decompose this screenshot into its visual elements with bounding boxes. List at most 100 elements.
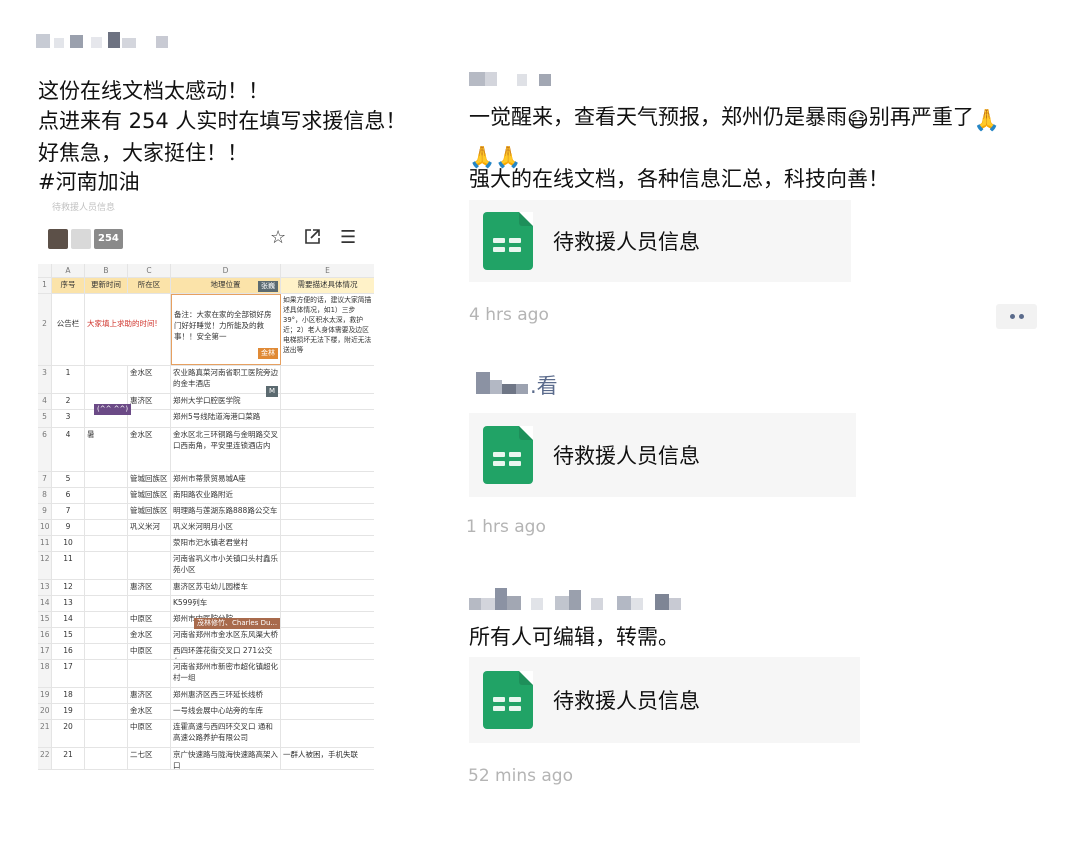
post-hashtag[interactable]: #河南加油 (38, 167, 140, 198)
header-cell[interactable]: 所在区 (128, 278, 171, 293)
table-cell[interactable] (85, 580, 128, 595)
header-cell[interactable]: 序号 (52, 278, 85, 293)
table-cell[interactable] (281, 612, 374, 627)
table-cell[interactable] (128, 552, 171, 579)
table-cell[interactable]: 5 (52, 472, 85, 487)
table-cell[interactable]: 荥阳市汜水镇老君堂村 (171, 536, 281, 551)
star-icon[interactable]: ☆ (270, 228, 286, 248)
table-cell[interactable]: 金水区 (128, 428, 171, 471)
doc-link-card-1[interactable]: 待救援人员信息 (469, 200, 851, 282)
table-cell[interactable] (85, 520, 128, 535)
table-cell[interactable] (281, 428, 374, 471)
table-cell[interactable]: 16 (52, 644, 85, 659)
col-letter[interactable]: E (281, 264, 374, 277)
col-letter[interactable]: C (128, 264, 171, 277)
table-cell[interactable]: 管城回族区 (128, 472, 171, 487)
table-cell[interactable]: 暑 (85, 428, 128, 471)
table-cell[interactable] (128, 536, 171, 551)
table-cell[interactable] (281, 504, 374, 519)
table-cell[interactable]: 管城回族区 (128, 488, 171, 503)
table-cell[interactable]: 15 (52, 628, 85, 643)
table-cell[interactable] (85, 536, 128, 551)
table-cell[interactable] (85, 552, 128, 579)
table-cell[interactable] (281, 688, 374, 703)
table-cell[interactable]: 3 (52, 410, 85, 427)
table-cell[interactable]: 郑州大学口腔医学院 (171, 394, 281, 409)
table-cell[interactable] (85, 628, 128, 643)
table-cell[interactable]: 京广快速路与陇海快速路高架入口 (171, 748, 281, 769)
table-cell[interactable] (281, 472, 374, 487)
table-cell[interactable]: 金水区 (128, 366, 171, 393)
table-cell[interactable] (85, 612, 128, 627)
table-cell[interactable] (85, 488, 128, 503)
table-cell[interactable]: 河南省郑州市金水区东风渠大桥 (171, 628, 281, 643)
share-icon[interactable] (304, 228, 321, 250)
table-cell[interactable]: 14 (52, 612, 85, 627)
avatar[interactable] (48, 229, 68, 249)
table-cell[interactable]: 7 (52, 504, 85, 519)
table-cell[interactable]: 郑州市蒂景贸易城A座 (171, 472, 281, 487)
table-cell[interactable] (85, 596, 128, 611)
col-letter[interactable]: D (171, 264, 281, 277)
col-letter[interactable]: B (85, 264, 128, 277)
table-cell[interactable]: 18 (52, 688, 85, 703)
sheet-grid[interactable]: A B C D E 1 序号 更新时间 所在区 地理位置 需要描述具体情况 张巍… (38, 264, 374, 770)
table-cell[interactable]: 巩义米河 (128, 520, 171, 535)
table-cell[interactable]: 南阳路农业路附近 (171, 488, 281, 503)
table-cell[interactable] (281, 596, 374, 611)
table-cell[interactable]: 2 (52, 394, 85, 409)
table-cell[interactable]: 金水区北三环铜路与金明路交叉口西南角，平安里连锁酒店内 (171, 428, 281, 471)
table-cell[interactable]: 6 (52, 488, 85, 503)
table-cell[interactable]: 河南省郑州市新密市超化镇超化村一组 (171, 660, 281, 687)
table-cell[interactable]: 河南省巩义市小关镇口头村鑫乐苑小区 (171, 552, 281, 579)
table-cell[interactable]: 10 (52, 536, 85, 551)
table-cell[interactable] (128, 596, 171, 611)
table-cell[interactable] (281, 488, 374, 503)
table-cell[interactable]: 1 (52, 366, 85, 393)
table-cell[interactable]: 惠济区 (128, 394, 171, 409)
table-cell[interactable]: K599列车 (171, 596, 281, 611)
notice-label[interactable]: 公告栏 (52, 294, 85, 365)
table-cell[interactable]: 郑州惠济区西三环延长线桥 (171, 688, 281, 703)
table-cell[interactable]: 惠济区苏屯幼儿园楼车 (171, 580, 281, 595)
table-cell[interactable]: 惠济区 (128, 580, 171, 595)
table-cell[interactable]: 21 (52, 748, 85, 769)
table-cell[interactable] (281, 394, 374, 409)
table-cell[interactable] (85, 748, 128, 769)
table-cell[interactable] (85, 704, 128, 719)
table-cell[interactable]: 一号线会展中心站旁的车库 (171, 704, 281, 719)
table-cell[interactable]: 金水区 (128, 704, 171, 719)
table-cell[interactable] (281, 704, 374, 719)
table-cell[interactable] (128, 410, 171, 427)
table-cell[interactable]: 连霍高速与西四环交叉口 通和高速公路养护有限公司 (171, 720, 281, 747)
more-options-button[interactable] (996, 304, 1037, 329)
table-cell[interactable]: 二七区 (128, 748, 171, 769)
table-cell[interactable] (281, 410, 374, 427)
table-cell[interactable]: 农业路真菜河南省职工医院旁边的金丰酒店 (171, 366, 281, 393)
table-cell[interactable] (281, 520, 374, 535)
table-cell[interactable]: 11 (52, 552, 85, 579)
doc-link-card-3[interactable]: 待救援人员信息 (469, 657, 860, 743)
table-cell[interactable] (85, 660, 128, 687)
table-cell[interactable]: 9 (52, 520, 85, 535)
table-cell[interactable] (281, 628, 374, 643)
table-cell[interactable] (128, 660, 171, 687)
table-cell[interactable]: 巩义米河明月小区 (171, 520, 281, 535)
table-cell[interactable] (281, 552, 374, 579)
table-cell[interactable] (85, 688, 128, 703)
table-cell[interactable]: 19 (52, 704, 85, 719)
table-cell[interactable]: 中原区 (128, 644, 171, 659)
table-cell[interactable]: 中原区 (128, 612, 171, 627)
table-cell[interactable]: 管城回族区 (128, 504, 171, 519)
table-cell[interactable] (281, 720, 374, 747)
table-cell[interactable] (85, 644, 128, 659)
table-cell[interactable]: 一群人被困，手机失联 (281, 748, 374, 769)
notice-cell[interactable]: 如果方便的话，建议大家简描述具体情况，如1）三步39°，小区积水太深，救护近；2… (281, 294, 374, 365)
col-letter[interactable]: A (52, 264, 85, 277)
doc-link-card-2[interactable]: 待救援人员信息 (469, 413, 856, 497)
table-cell[interactable] (281, 536, 374, 551)
table-cell[interactable] (85, 720, 128, 747)
table-cell[interactable] (85, 472, 128, 487)
table-cell[interactable]: 13 (52, 596, 85, 611)
table-cell[interactable]: 12 (52, 580, 85, 595)
